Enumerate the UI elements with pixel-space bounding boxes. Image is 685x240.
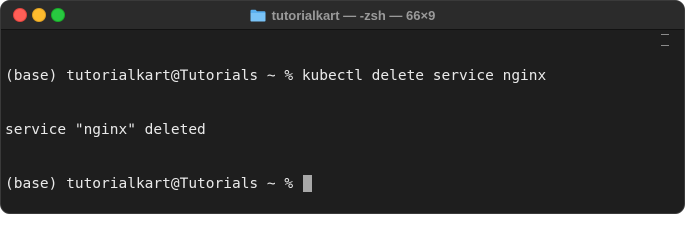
- text-cursor: [302, 175, 312, 192]
- title-bar[interactable]: tutorialkart — -zsh — 66×9: [1, 1, 684, 30]
- window-title: tutorialkart — -zsh — 66×9: [271, 7, 436, 23]
- terminal-line: (base) tutorialkart@Tutorials ~ % kubect…: [5, 67, 655, 85]
- terminal-line: (base) tutorialkart@Tutorials ~ %: [5, 175, 655, 193]
- output-text: service "nginx" deleted: [5, 122, 206, 138]
- window-title-container: tutorialkart — -zsh — 66×9: [1, 1, 684, 29]
- command-text: kubectl delete service nginx: [301, 68, 547, 84]
- terminal-window: tutorialkart — -zsh — 66×9 (base) tutori…: [0, 0, 685, 214]
- folder-icon: [250, 9, 266, 22]
- terminal-line: service "nginx" deleted: [5, 121, 655, 139]
- terminal-content[interactable]: (base) tutorialkart@Tutorials ~ % kubect…: [5, 31, 655, 209]
- prompt: (base) tutorialkart@Tutorials ~ %: [5, 176, 302, 192]
- prompt: (base) tutorialkart@Tutorials ~ %: [5, 68, 302, 84]
- scroll-marker-icon: [661, 34, 669, 46]
